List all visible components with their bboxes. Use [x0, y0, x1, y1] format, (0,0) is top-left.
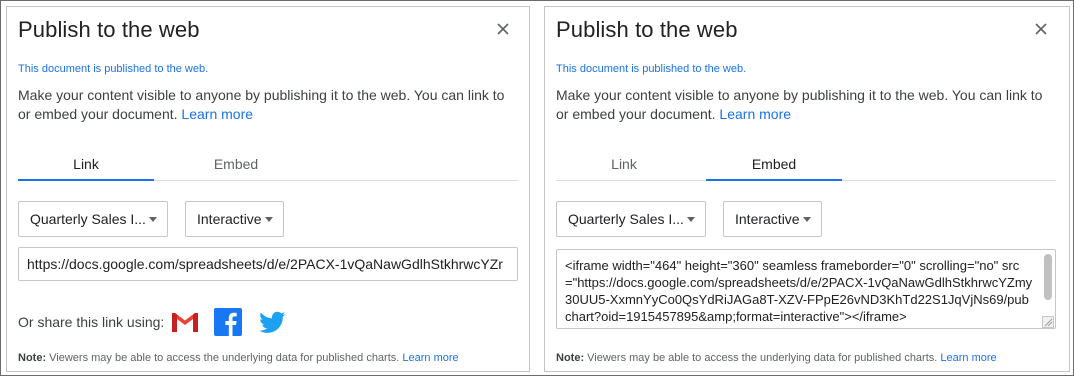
note-text: Note: Viewers may be able to access the … — [18, 352, 459, 364]
resize-handle-icon[interactable] — [1042, 315, 1054, 328]
description-text: Make your content visible to anyone by p… — [18, 87, 505, 122]
learn-more-link[interactable]: Learn more — [181, 106, 253, 122]
publish-dialog-embed: Publish to the web This document is publ… — [544, 6, 1070, 372]
mode-select[interactable]: Interactive — [723, 201, 822, 237]
note-body: Viewers may be able to access the underl… — [584, 352, 941, 364]
note-text: Note: Viewers may be able to access the … — [556, 352, 997, 364]
tab-bar: Link Embed — [556, 149, 1056, 181]
document-select[interactable]: Quarterly Sales I... — [18, 201, 168, 237]
chevron-down-icon — [265, 217, 273, 222]
tab-link[interactable]: Link — [18, 149, 154, 181]
tab-bar: Link Embed — [18, 149, 518, 181]
close-icon[interactable] — [1033, 21, 1049, 37]
share-label: Or share this link using: — [18, 314, 165, 330]
note-body: Viewers may be able to access the underl… — [46, 352, 403, 364]
note-label: Note: — [556, 352, 585, 364]
embed-code-text: <iframe width="464" height="360" seamles… — [565, 258, 1033, 324]
published-status: This document is published to the web. — [18, 63, 209, 75]
embed-code-textarea[interactable]: <iframe width="464" height="360" seamles… — [556, 249, 1056, 329]
chevron-down-icon — [687, 217, 695, 222]
facebook-icon[interactable] — [212, 307, 244, 337]
close-icon[interactable] — [495, 21, 511, 37]
chevron-down-icon — [803, 217, 811, 222]
scrollbar-thumb[interactable] — [1044, 254, 1052, 300]
tab-embed[interactable]: Embed — [706, 149, 842, 181]
chevron-down-icon — [149, 217, 157, 222]
link-url-field[interactable]: https://docs.google.com/spreadsheets/d/e… — [18, 247, 518, 281]
note-learn-more-link[interactable]: Learn more — [940, 352, 996, 364]
dialog-description: Make your content visible to anyone by p… — [18, 86, 518, 124]
tab-embed[interactable]: Embed — [168, 149, 304, 181]
gmail-icon[interactable] — [169, 307, 201, 337]
document-select[interactable]: Quarterly Sales I... — [556, 201, 706, 237]
mode-select[interactable]: Interactive — [185, 201, 284, 237]
published-status: This document is published to the web. — [556, 63, 747, 75]
twitter-icon[interactable] — [256, 307, 288, 337]
learn-more-link[interactable]: Learn more — [719, 106, 791, 122]
description-text: Make your content visible to anyone by p… — [556, 87, 1043, 122]
mode-select-value: Interactive — [735, 211, 800, 227]
document-select-value: Quarterly Sales I... — [568, 211, 684, 227]
note-label: Note: — [18, 352, 47, 364]
document-select-value: Quarterly Sales I... — [30, 211, 146, 227]
dialog-title: Publish to the web — [556, 17, 738, 42]
tab-link[interactable]: Link — [556, 149, 692, 181]
dialog-description: Make your content visible to anyone by p… — [556, 86, 1056, 124]
mode-select-value: Interactive — [197, 211, 262, 227]
publish-dialog-link: Publish to the web This document is publ… — [6, 6, 530, 372]
dialog-title: Publish to the web — [18, 17, 200, 42]
note-learn-more-link[interactable]: Learn more — [402, 352, 458, 364]
